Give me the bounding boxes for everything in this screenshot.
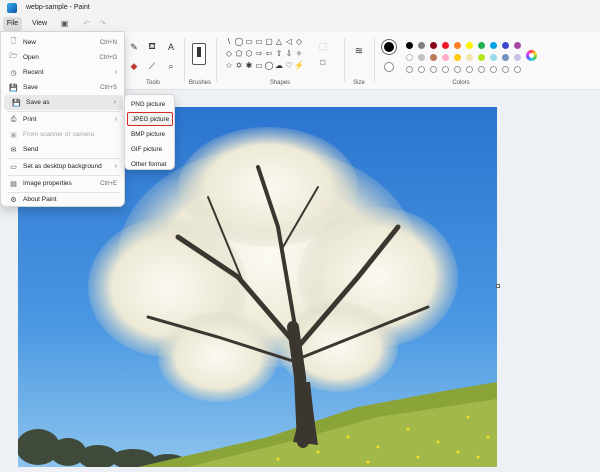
shapes-label: Shapes <box>269 80 291 86</box>
submenu-item-gif[interactable]: GIF picture <box>127 142 173 156</box>
redo-icon[interactable]: ↷ <box>98 19 107 28</box>
brush-icon[interactable] <box>192 43 206 65</box>
menu-bar: File View ▣ ↶ ↷ <box>0 15 600 32</box>
send-icon: ✉ <box>10 146 17 154</box>
colors-group: Colors <box>376 34 546 88</box>
menu-item-from-scanner: ▣ From scanner or camera <box>1 127 124 142</box>
chevron-right-icon: › <box>114 116 117 123</box>
tools-group: ✎ ⛾ A ◆ ⟋ ⌕ Tools <box>125 34 181 88</box>
divider <box>184 38 185 82</box>
edit-colors-icon[interactable] <box>526 50 537 61</box>
resize-handle[interactable] <box>496 284 500 288</box>
menu-item-recent[interactable]: ◷ Recent › <box>1 65 124 80</box>
tools-label: Tools <box>145 80 160 86</box>
menu-item-about-paint[interactable]: ⚙ About Paint <box>1 192 124 207</box>
submenu-item-png[interactable]: PNG picture <box>127 97 173 111</box>
save-as-submenu: PNG picture JPEG picture BMP picture GIF… <box>124 94 175 170</box>
image-properties-icon: ▤ <box>10 180 17 188</box>
chevron-right-icon: › <box>114 69 117 76</box>
shapes-group: Shapes <box>218 34 342 88</box>
view-menu-button[interactable]: View <box>32 20 47 27</box>
pencil-icon[interactable]: ✎ <box>129 42 139 52</box>
magnifier-icon[interactable]: ⌕ <box>166 61 176 71</box>
undo-icon[interactable]: ↶ <box>82 19 91 28</box>
menu-item-desktop-background[interactable]: ▭ Set as desktop background › <box>1 159 124 174</box>
scanner-icon: ▣ <box>10 131 17 139</box>
file-menu: 🗋 New Ctrl+N 🗁 Open Ctrl+O ◷ Recent › 💾 … <box>0 31 125 207</box>
menu-item-new[interactable]: 🗋 New Ctrl+N <box>1 35 124 50</box>
text-tool-icon[interactable]: A <box>166 42 176 52</box>
size-icon[interactable]: ≋ <box>354 46 364 57</box>
menu-item-print[interactable]: ⎙ Print › <box>1 112 124 127</box>
settings-icon: ⚙ <box>10 196 17 204</box>
divider <box>374 38 375 82</box>
brushes-group: Brushes <box>186 34 214 88</box>
brushes-label: Brushes <box>188 80 211 86</box>
chevron-right-icon: › <box>113 99 116 106</box>
colors-label: Colors <box>452 80 470 86</box>
size-group: ≋ Size <box>346 34 372 88</box>
window-title: webp-sample - Paint <box>26 4 90 11</box>
file-menu-button[interactable]: File <box>3 16 22 31</box>
fill-icon[interactable]: ⛾ <box>147 41 157 52</box>
open-folder-icon: 🗁 <box>9 53 18 60</box>
menu-item-image-properties[interactable]: ▤ Image properties Ctrl+E <box>1 176 124 191</box>
save-icon: 💾 <box>9 84 18 92</box>
color-picker-icon[interactable]: ⟋ <box>147 61 157 71</box>
eraser-icon[interactable]: ◆ <box>129 61 139 71</box>
divider <box>216 38 217 82</box>
menu-item-send[interactable]: ✉ Send <box>1 142 124 157</box>
title-bar: webp-sample - Paint <box>0 0 600 15</box>
save-as-icon: 💾 <box>12 99 21 107</box>
print-icon: ⎙ <box>10 115 17 123</box>
chevron-right-icon: › <box>114 163 117 170</box>
submenu-item-bmp[interactable]: BMP picture <box>127 127 173 141</box>
size-label: Size <box>353 80 365 86</box>
divider <box>344 38 345 82</box>
submenu-item-jpeg[interactable]: JPEG picture <box>127 112 173 126</box>
paint-app-icon <box>7 2 17 13</box>
menu-item-save[interactable]: 💾 Save Ctrl+S <box>1 80 124 95</box>
recent-icon: ◷ <box>10 69 17 77</box>
menu-item-save-as[interactable]: 💾 Save as › <box>4 95 123 110</box>
new-file-icon: 🗋 <box>10 38 17 45</box>
menu-item-open[interactable]: 🗁 Open Ctrl+O <box>1 50 124 65</box>
save-icon[interactable]: ▣ <box>60 19 69 28</box>
submenu-item-other-format[interactable]: Other format <box>127 157 173 171</box>
desktop-background-icon: ▭ <box>10 163 17 171</box>
